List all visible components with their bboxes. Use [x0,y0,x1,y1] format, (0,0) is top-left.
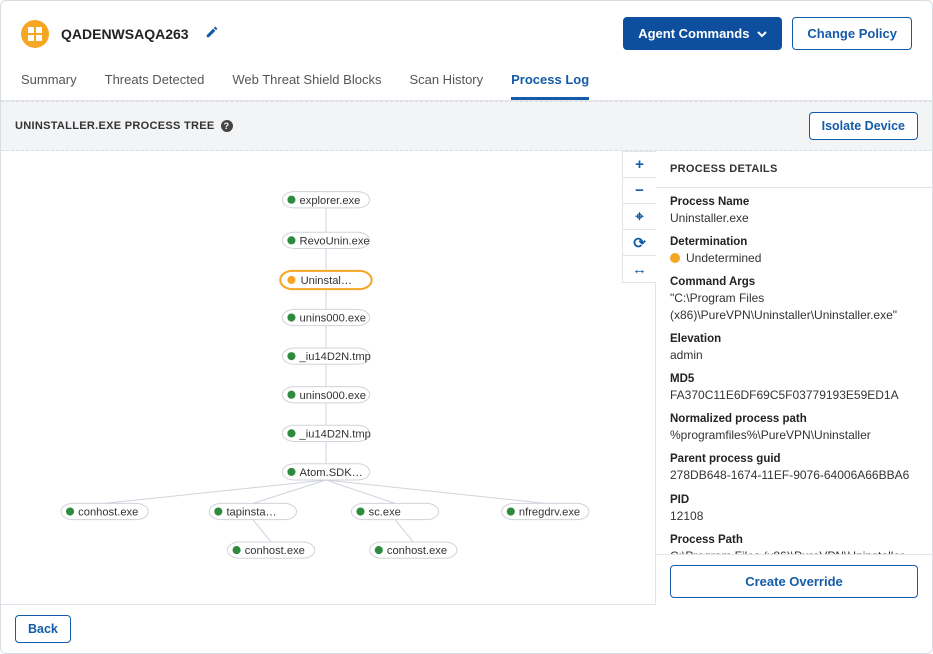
label-normalized-path: Normalized process path [670,413,918,425]
tab-webthreat[interactable]: Web Threat Shield Blocks [232,66,381,100]
page-header: QADENWSAQA263 Agent Commands Change Poli… [1,1,932,60]
svg-text:_iu14D2N.tmp: _iu14D2N.tmp [299,428,371,440]
zoom-in-icon[interactable]: + [623,152,656,178]
create-override-button[interactable]: Create Override [670,565,918,598]
svg-text:Uninstal…: Uninstal… [301,275,352,287]
center-icon[interactable]: ⌖ [623,204,656,230]
details-panel: PROCESS DETAILS Process Name Uninstaller.… [656,151,932,608]
label-pid: PID [670,494,918,506]
svg-text:conhost.exe: conhost.exe [387,545,447,557]
chevron-down-icon [757,29,767,39]
details-header: PROCESS DETAILS [656,151,932,188]
tree-node-iu14d2nb[interactable]: _iu14D2N.tmp [282,425,371,441]
label-md5: MD5 [670,373,918,385]
label-elevation: Elevation [670,333,918,345]
value-parent-guid: 278DB648-1674-11EF-9076-64006A66BBA6 [670,467,918,483]
expand-icon[interactable]: ↔ [623,256,656,282]
tree-node-conhost1[interactable]: conhost.exe [61,503,148,519]
tree-toolstrip: + − ⌖ ⟳ ↔ [622,151,656,283]
tree-node-revounin[interactable]: RevoUnin.exe [282,232,369,248]
tree-node-explorer[interactable]: explorer.exe [282,192,369,208]
tree-node-conhost3[interactable]: conhost.exe [370,542,457,558]
svg-text:_iu14D2N.tmp: _iu14D2N.tmp [299,351,371,363]
svg-text:tapinsta…: tapinsta… [226,507,276,519]
change-policy-button[interactable]: Change Policy [792,17,912,50]
value-elevation: admin [670,347,918,363]
main-split: + − ⌖ ⟳ ↔ [1,151,932,608]
tree-node-sc[interactable]: sc.exe [351,503,438,519]
svg-text:unins000.exe: unins000.exe [300,313,366,325]
tab-threats[interactable]: Threats Detected [105,66,205,100]
back-button[interactable]: Back [15,615,71,643]
process-tree-title: UNINSTALLER.EXE PROCESS TREE [15,120,215,132]
help-icon[interactable]: ? [221,120,233,132]
tab-processlog[interactable]: Process Log [511,66,589,100]
tree-node-atomsdk[interactable]: Atom.SDK… [282,464,369,480]
svg-text:unins000.exe: unins000.exe [300,390,366,402]
tab-summary[interactable]: Summary [21,66,77,100]
tree-node-unins000a[interactable]: unins000.exe [282,309,369,325]
status-dot-icon [670,253,680,263]
tree-node-uninstaller[interactable]: Uninstal… [280,271,371,289]
tree-node-iu14d2na[interactable]: _iu14D2N.tmp [282,348,371,364]
svg-text:sc.exe: sc.exe [369,507,401,519]
refresh-icon[interactable]: ⟳ [623,230,656,256]
zoom-out-icon[interactable]: − [623,178,656,204]
label-determination: Determination [670,236,918,248]
process-tree-header: UNINSTALLER.EXE PROCESS TREE ? Isolate D… [1,101,932,151]
tree-footer: Back [1,604,656,653]
svg-text:nfregdrv.exe: nfregdrv.exe [519,507,580,519]
label-command-args: Command Args [670,276,918,288]
hostname-label: QADENWSAQA263 [61,26,189,42]
details-footer: Create Override [656,554,932,608]
process-tree-pane[interactable]: + − ⌖ ⟳ ↔ [1,151,656,608]
value-determination: Undetermined [686,250,761,266]
isolate-device-button[interactable]: Isolate Device [809,112,918,140]
tab-bar: Summary Threats Detected Web Threat Shie… [1,60,932,101]
value-normalized-path: %programfiles%\PureVPN\Uninstaller [670,427,918,443]
value-pid: 12108 [670,508,918,524]
svg-text:RevoUnin.exe: RevoUnin.exe [300,235,370,247]
svg-text:explorer.exe: explorer.exe [300,195,361,207]
edit-icon[interactable] [205,25,219,42]
tree-node-nfregdrv[interactable]: nfregdrv.exe [502,503,589,519]
details-body: Process Name Uninstaller.exe Determinatio… [656,188,932,554]
tab-scanhistory[interactable]: Scan History [409,66,483,100]
svg-text:conhost.exe: conhost.exe [78,507,138,519]
value-process-name: Uninstaller.exe [670,210,918,226]
label-process-name: Process Name [670,196,918,208]
svg-text:conhost.exe: conhost.exe [245,545,305,557]
process-tree-svg: explorer.exe RevoUnin.exe Uninstal… unin… [1,151,655,608]
label-process-path: Process Path [670,534,918,546]
tree-node-unins000b[interactable]: unins000.exe [282,387,369,403]
agent-commands-button[interactable]: Agent Commands [623,17,782,50]
value-md5: FA370C11E6DF69C5F03779193E59ED1A [670,387,918,403]
value-command-args: "C:\Program Files (x86)\PureVPN\Uninstal… [670,290,918,322]
agent-commands-label: Agent Commands [638,26,749,41]
label-parent-guid: Parent process guid [670,453,918,465]
windows-icon [21,20,49,48]
tree-node-conhost2[interactable]: conhost.exe [227,542,314,558]
svg-text:Atom.SDK…: Atom.SDK… [300,467,363,479]
tree-node-tapinsta[interactable]: tapinsta… [209,503,296,519]
page-root: QADENWSAQA263 Agent Commands Change Poli… [0,0,933,654]
